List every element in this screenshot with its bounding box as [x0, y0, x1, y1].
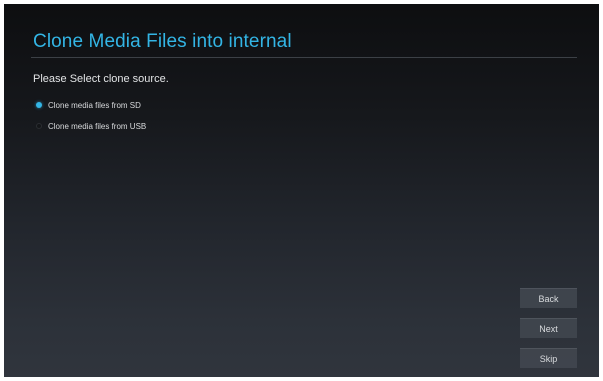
next-button[interactable]: Next	[520, 318, 577, 338]
option-label: Clone media files from SD	[48, 100, 141, 110]
setup-screen: Clone Media Files into internal Please S…	[4, 4, 599, 377]
radio-checked-icon[interactable]	[36, 102, 42, 108]
select-source-prompt: Please Select clone source.	[33, 73, 169, 85]
page-title: Clone Media Files into internal	[33, 31, 292, 52]
option-clone-from-usb[interactable]: Clone media files from USB	[36, 119, 146, 133]
back-button[interactable]: Back	[520, 288, 577, 308]
radio-unchecked-icon[interactable]	[36, 123, 42, 129]
option-clone-from-sd[interactable]: Clone media files from SD	[36, 98, 141, 112]
option-label: Clone media files from USB	[48, 121, 147, 131]
title-divider	[31, 57, 577, 58]
skip-button[interactable]: Skip	[520, 348, 577, 368]
